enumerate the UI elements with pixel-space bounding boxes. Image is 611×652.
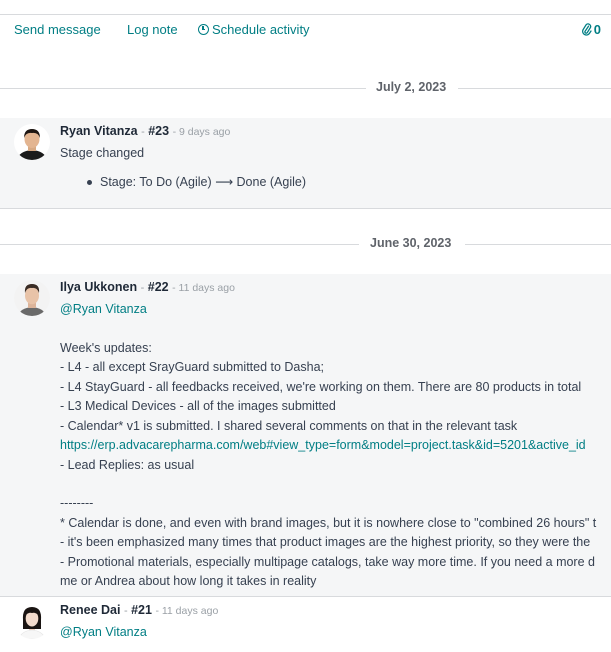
- tracking-field: Stage:: [100, 175, 137, 189]
- message-item: Ryan Vitanza - #23 - 9 days ago Stage ch…: [0, 118, 611, 208]
- message-line: me or Andrea about how long it takes in …: [60, 574, 317, 588]
- message-record-ref[interactable]: #22: [148, 280, 169, 294]
- tracking-arrow-icon: ⟶: [215, 175, 234, 189]
- avatar[interactable]: [14, 280, 50, 316]
- send-message-button[interactable]: Send message: [14, 22, 101, 37]
- message-date: - 11 days ago: [155, 605, 219, 617]
- message-line: Week's updates:: [60, 341, 152, 355]
- chatter-toolbar: Send message Log note Schedule activity …: [0, 22, 611, 40]
- attachments-count: 0: [593, 22, 601, 37]
- message-line: --------: [60, 496, 94, 510]
- mention-link[interactable]: @Ryan Vitanza: [60, 302, 147, 316]
- tracking-value: Stage: To Do (Agile) ⟶ Done (Agile): [100, 174, 306, 189]
- schedule-activity-label: Schedule activity: [212, 22, 310, 37]
- attachments-button[interactable]: 0: [581, 22, 601, 37]
- message-body: Stage changed: [60, 146, 145, 160]
- message-dash: -: [141, 126, 145, 138]
- message-dash: -: [140, 282, 145, 294]
- message-line: - L4 - all except SrayGuard submitted to…: [60, 360, 325, 374]
- message-date: - 9 days ago: [172, 126, 231, 138]
- message-author[interactable]: Renee Dai: [60, 603, 120, 617]
- message-line: - Calendar* v1 is submitted. I shared se…: [60, 419, 518, 433]
- date-separator: June 30, 2023: [0, 235, 611, 253]
- message-header: Renee Dai - #21 - 11 days ago: [60, 603, 218, 617]
- message-line: - Lead Replies: as usual: [60, 458, 195, 472]
- avatar[interactable]: [14, 124, 50, 160]
- message-header: Ryan Vitanza - #23 - 9 days ago: [60, 124, 230, 138]
- mention-link[interactable]: @Ryan Vitanza: [60, 625, 147, 639]
- message-header: Ilya Ukkonen - #22 - 11 days ago: [60, 280, 235, 294]
- date-separator-label: July 2, 2023: [376, 80, 447, 94]
- task-url-link[interactable]: https://erp.advacarepharma.com/web#view_…: [60, 438, 586, 452]
- message-line: - L3 Medical Devices - all of the images…: [60, 399, 336, 413]
- message-date: - 11 days ago: [172, 282, 235, 294]
- message-record-ref[interactable]: #21: [131, 603, 152, 617]
- message-record-ref[interactable]: #23: [148, 124, 169, 138]
- tracking-new-value: Done (Agile): [236, 175, 307, 189]
- log-note-button[interactable]: Log note: [127, 22, 178, 37]
- clock-icon: [198, 24, 209, 35]
- message-dash: -: [123, 605, 128, 617]
- message-line: * Calendar is done, and even with brand …: [60, 516, 597, 530]
- schedule-activity-button[interactable]: Schedule activity: [198, 22, 310, 37]
- top-divider: [0, 14, 611, 15]
- message-line: - L4 StayGuard - all feedbacks received,…: [60, 380, 582, 394]
- message-item: Ilya Ukkonen - #22 - 11 days ago @Ryan V…: [0, 274, 611, 596]
- message-line: - it's been emphasized many times that p…: [60, 535, 591, 549]
- message-line: - Promotional materials, especially mult…: [60, 555, 595, 569]
- date-separator: July 2, 2023: [0, 79, 611, 97]
- avatar[interactable]: [14, 603, 50, 639]
- tracking-old-value: To Do (Agile): [139, 175, 212, 189]
- paperclip-icon: [581, 23, 592, 36]
- message-divider: [0, 208, 611, 209]
- date-separator-label: June 30, 2023: [370, 236, 452, 250]
- tracking-bullet: [87, 180, 92, 185]
- message-author[interactable]: Ryan Vitanza: [60, 124, 138, 138]
- message-author[interactable]: Ilya Ukkonen: [60, 280, 137, 294]
- message-item: Renee Dai - #21 - 11 days ago @Ryan Vita…: [0, 597, 611, 652]
